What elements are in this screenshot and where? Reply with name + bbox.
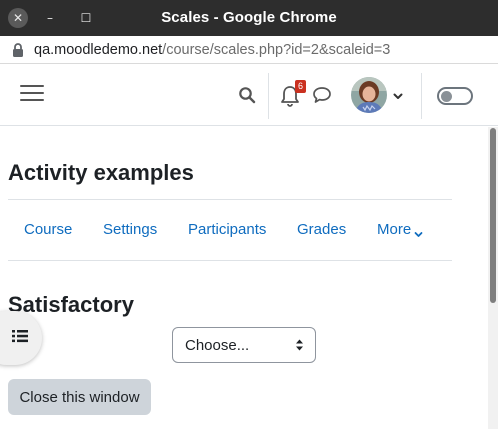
page-scrollbar-thumb[interactable] — [490, 128, 496, 303]
scale-select[interactable]: Choose... — [172, 327, 316, 363]
navbar-divider — [421, 73, 422, 119]
secondary-nav-more-label: More — [377, 221, 412, 238]
window-title: Scales - Google Chrome — [161, 9, 337, 26]
chevron-down-icon — [414, 226, 423, 237]
close-window-button[interactable]: Close this window — [8, 379, 151, 415]
chevron-down-icon[interactable] — [392, 89, 404, 101]
course-index-drawer-button[interactable] — [0, 311, 42, 365]
chat-bubble-icon[interactable] — [312, 86, 334, 106]
secondary-nav-participants[interactable]: Participants — [188, 221, 266, 238]
address-bar[interactable]: qa.moodledemo.net/course/scales.php?id=2… — [0, 36, 498, 64]
toggle-knob — [441, 91, 452, 102]
select-arrows-icon — [295, 338, 304, 352]
search-icon[interactable] — [238, 86, 258, 106]
window-titlebar: ✕ – ☐ Scales - Google Chrome — [0, 0, 498, 36]
list-icon — [12, 329, 28, 348]
top-navbar: 6 — [0, 65, 498, 126]
secondary-nav-settings[interactable]: Settings — [103, 221, 157, 238]
page-title: Activity examples — [8, 160, 194, 185]
secondary-nav-grades[interactable]: Grades — [297, 221, 346, 238]
navbar-divider — [268, 73, 269, 119]
user-avatar[interactable] — [351, 77, 387, 113]
secondary-navigation: Course Settings Participants Grades More — [8, 199, 452, 261]
edit-mode-toggle[interactable] — [437, 87, 473, 105]
lock-icon[interactable] — [12, 42, 26, 58]
scale-select-value: Choose... — [185, 337, 250, 354]
url-path: /course/scales.php?id=2&scaleid=3 — [162, 41, 391, 58]
secondary-nav-course[interactable]: Course — [24, 221, 72, 238]
notification-count-badge: 6 — [295, 80, 306, 93]
url-domain: qa.moodledemo.net — [34, 41, 163, 58]
secondary-nav-more[interactable]: More — [377, 221, 423, 238]
hamburger-menu-icon[interactable] — [20, 85, 44, 105]
url-text[interactable]: qa.moodledemo.net/course/scales.php?id=2… — [34, 42, 390, 58]
